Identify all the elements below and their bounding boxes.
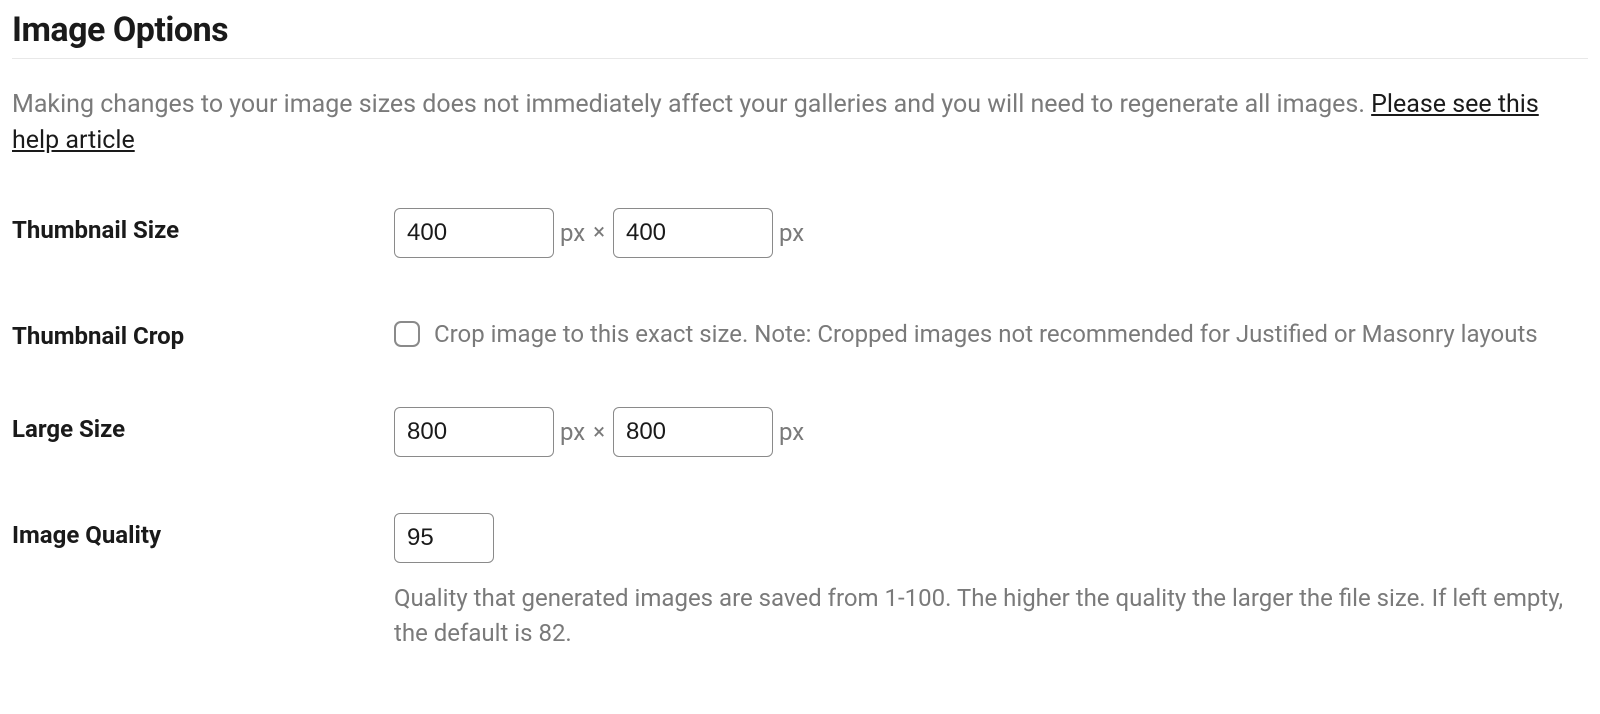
- image-options-panel: Image Options Making changes to your ima…: [0, 0, 1600, 681]
- unit-px: px: [779, 418, 804, 446]
- thumbnail-crop-text: Crop image to this exact size. Note: Cro…: [434, 317, 1538, 352]
- large-size-fields: px × px: [394, 407, 1588, 457]
- label-large-size: Large Size: [12, 407, 394, 443]
- row-image-quality: Image Quality Quality that generated ima…: [12, 513, 1588, 651]
- row-thumbnail-size: Thumbnail Size px × px: [12, 208, 1588, 258]
- image-quality-input[interactable]: [394, 513, 494, 563]
- thumbnail-crop-option[interactable]: Crop image to this exact size. Note: Cro…: [394, 314, 1588, 352]
- label-image-quality: Image Quality: [12, 513, 394, 549]
- intro-message: Making changes to your image sizes does …: [12, 90, 1371, 119]
- thumbnail-size-fields: px × px: [394, 208, 1588, 258]
- large-width-input[interactable]: [394, 407, 554, 457]
- thumbnail-crop-checkbox[interactable]: [394, 321, 420, 347]
- thumbnail-height-input[interactable]: [613, 208, 773, 258]
- thumbnail-width-input[interactable]: [394, 208, 554, 258]
- large-height-input[interactable]: [613, 407, 773, 457]
- times-symbol: ×: [593, 220, 605, 245]
- section-title: Image Options: [12, 10, 1588, 50]
- label-thumbnail-size: Thumbnail Size: [12, 208, 394, 244]
- times-symbol: ×: [593, 420, 605, 445]
- unit-px: px: [560, 219, 585, 247]
- label-thumbnail-crop: Thumbnail Crop: [12, 314, 394, 350]
- divider: [12, 58, 1588, 59]
- unit-px: px: [779, 219, 804, 247]
- intro-text: Making changes to your image sizes does …: [12, 87, 1588, 160]
- unit-px: px: [560, 418, 585, 446]
- image-quality-help: Quality that generated images are saved …: [394, 581, 1588, 651]
- row-large-size: Large Size px × px: [12, 407, 1588, 457]
- row-thumbnail-crop: Thumbnail Crop Crop image to this exact …: [12, 314, 1588, 352]
